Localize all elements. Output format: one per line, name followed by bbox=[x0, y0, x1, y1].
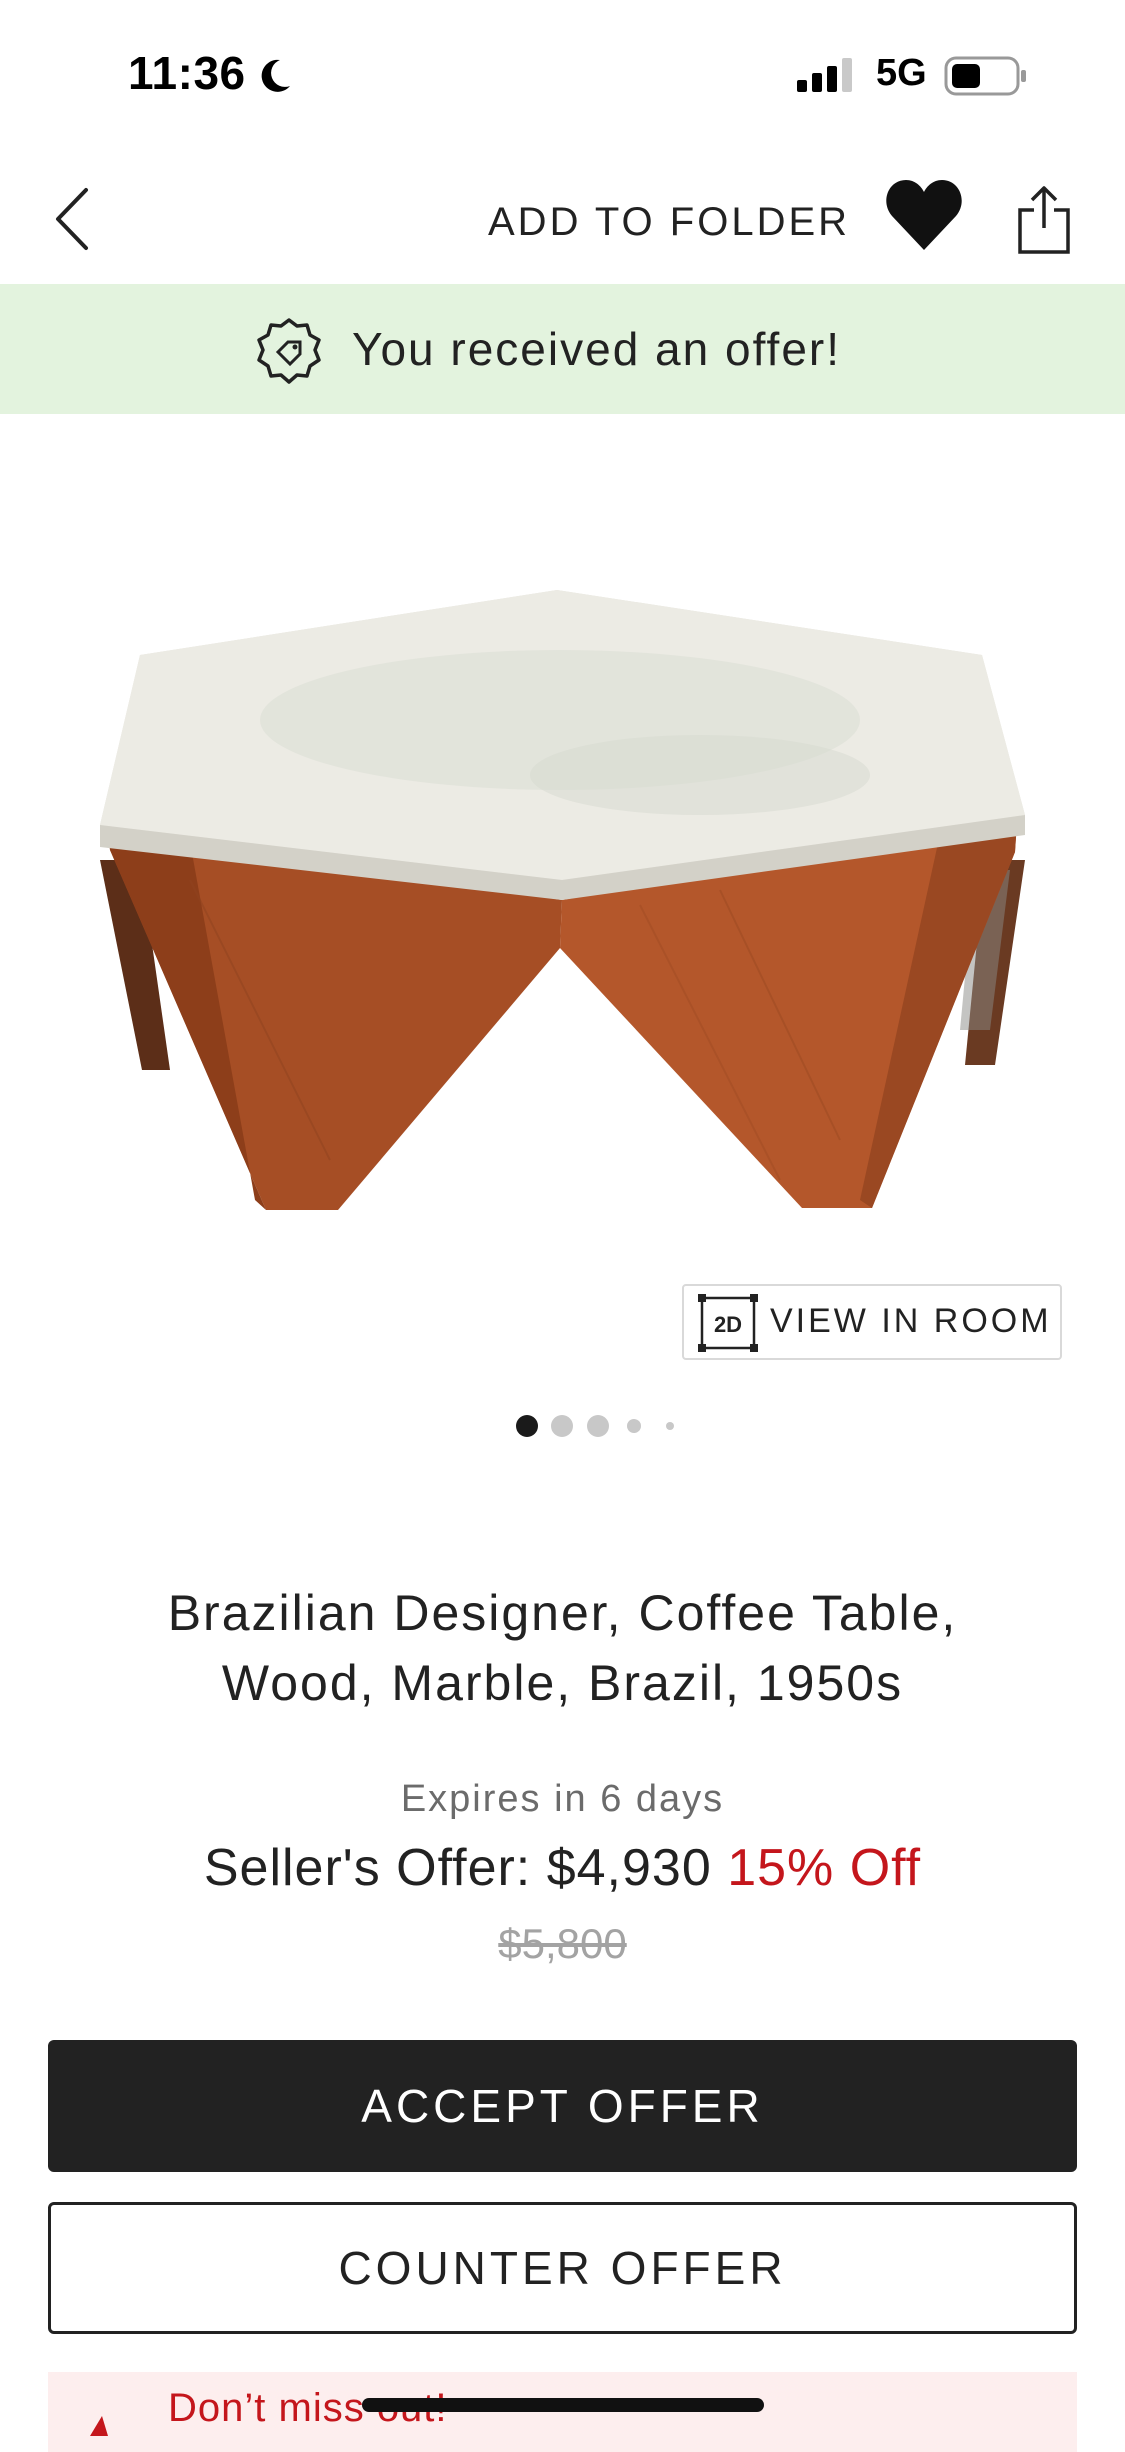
share-icon[interactable] bbox=[1016, 184, 1072, 256]
product-title-line1: Brazilian Designer, Coffee Table, bbox=[167, 1585, 958, 1641]
carousel-dot[interactable] bbox=[516, 1415, 538, 1437]
battery-icon bbox=[944, 56, 1026, 96]
status-time: 11:36 bbox=[128, 47, 246, 99]
carousel-dot[interactable] bbox=[551, 1415, 573, 1437]
carousel-dot[interactable] bbox=[587, 1415, 609, 1437]
carousel-dot[interactable] bbox=[627, 1419, 641, 1433]
add-to-folder-button[interactable]: ADD TO FOLDER bbox=[488, 200, 850, 245]
counter-offer-button[interactable]: COUNTER OFFER bbox=[48, 2202, 1077, 2334]
view-2d-badge-text: 2D bbox=[714, 1312, 742, 1337]
original-price: $5,800 bbox=[498, 1920, 627, 1967]
accept-offer-button[interactable]: ACCEPT OFFER bbox=[48, 2040, 1077, 2172]
seller-offer: Seller's Offer: $4,930 15% Off bbox=[0, 1838, 1125, 1898]
network-type: 5G bbox=[876, 52, 927, 94]
view-2d-icon: 2D bbox=[698, 1294, 758, 1352]
product-title-line2: Wood, Marble, Brazil, 1950s bbox=[221, 1655, 904, 1711]
back-chevron-icon[interactable] bbox=[48, 184, 98, 254]
view-in-room-label: VIEW IN ROOM bbox=[770, 1302, 1052, 1340]
discount-label: 15% Off bbox=[727, 1839, 922, 1897]
promo-tag-icon bbox=[90, 2416, 108, 2436]
price-tag-icon bbox=[257, 318, 321, 384]
cellular-signal-icon bbox=[797, 58, 852, 92]
heart-favorite-icon[interactable] bbox=[884, 178, 964, 252]
offer-expiry: Expires in 6 days bbox=[400, 1778, 725, 1820]
moon-icon bbox=[261, 59, 290, 92]
seller-offer-price: Seller's Offer: $4,930 bbox=[203, 1839, 712, 1897]
carousel-dot[interactable] bbox=[666, 1422, 674, 1430]
offer-banner-text: You received an offer! bbox=[352, 323, 841, 375]
home-indicator[interactable] bbox=[362, 2398, 764, 2412]
product-title: Brazilian Designer, Coffee Table, Wood, … bbox=[80, 1578, 1045, 1718]
counter-offer-label: COUNTER OFFER bbox=[338, 2242, 787, 2294]
product-image[interactable] bbox=[80, 560, 1045, 1220]
accept-offer-label: ACCEPT OFFER bbox=[361, 2080, 764, 2132]
